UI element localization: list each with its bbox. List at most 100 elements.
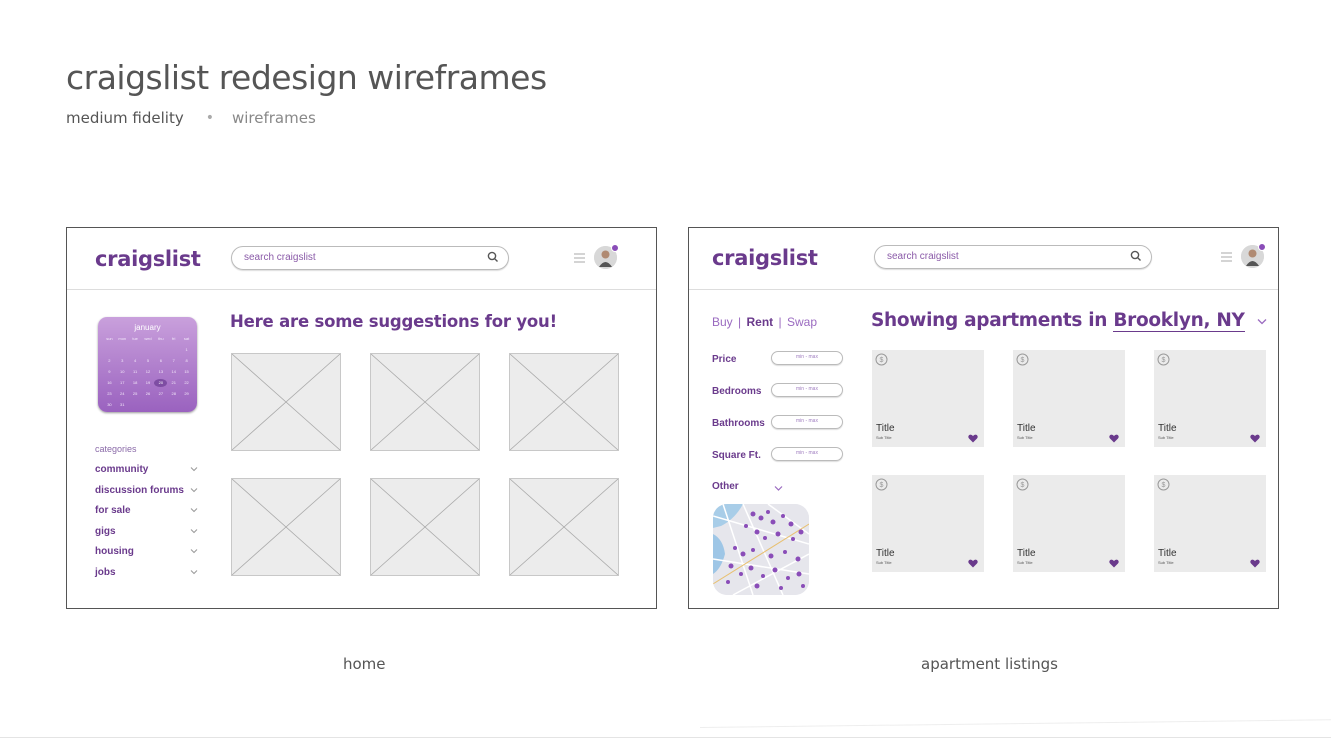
listing-card[interactable]: $ Title Sub Title <box>1013 475 1125 572</box>
calendar-day[interactable]: 17 <box>116 379 129 387</box>
search-placeholder: search craigslist <box>244 252 316 263</box>
filter-range-input[interactable]: min - max <box>771 383 843 397</box>
calendar-day[interactable]: 19 <box>142 379 155 387</box>
calendar-day[interactable]: 28 <box>167 390 180 398</box>
calendar-day[interactable]: 31 <box>116 401 129 409</box>
hamburger-menu-icon[interactable] <box>1221 252 1232 262</box>
calendar-day[interactable]: 11 <box>129 368 142 376</box>
suggestion-image-placeholder[interactable] <box>509 353 619 451</box>
calendar-day[interactable]: 15 <box>180 368 193 376</box>
chevron-down-icon[interactable] <box>190 568 198 576</box>
heart-icon[interactable] <box>1250 559 1260 568</box>
calendar-day[interactable]: 5 <box>142 357 155 365</box>
heart-icon[interactable] <box>1250 434 1260 443</box>
search-icon[interactable] <box>487 251 499 263</box>
calendar-day[interactable]: 24 <box>116 390 129 398</box>
calendar-day[interactable]: 25 <box>129 390 142 398</box>
calendar-day[interactable]: 3 <box>116 357 129 365</box>
heart-icon[interactable] <box>968 434 978 443</box>
location-selector[interactable]: Brooklyn, NY <box>1113 310 1245 332</box>
calendar-day[interactable] <box>154 346 167 354</box>
calendar-day[interactable] <box>116 346 129 354</box>
calendar-day[interactable]: 7 <box>167 357 180 365</box>
calendar-day[interactable]: 18 <box>129 379 142 387</box>
tab-buy[interactable]: Buy <box>712 315 733 329</box>
chevron-down-icon[interactable] <box>190 506 198 514</box>
suggestion-image-placeholder[interactable] <box>370 478 480 576</box>
hamburger-menu-icon[interactable] <box>574 253 585 263</box>
listing-card[interactable]: $ Title Sub Title <box>872 475 984 572</box>
filter-other-label[interactable]: Other <box>712 481 739 492</box>
calendar-day[interactable]: 14 <box>167 368 180 376</box>
price-tag-icon: $ <box>1157 353 1170 366</box>
calendar-widget[interactable]: january sun mon tue wed thu fri sat 1 2 3 4 5 6 7 8 9 10… <box>98 317 197 412</box>
calendar-day[interactable]: 12 <box>142 368 155 376</box>
listing-card[interactable]: $ Title Sub Title <box>1154 350 1266 447</box>
chevron-down-icon[interactable] <box>190 547 198 555</box>
calendar-day[interactable]: 30 <box>103 401 116 409</box>
category-item[interactable]: jobs <box>95 567 198 578</box>
calendar-day[interactable]: 16 <box>103 379 116 387</box>
calendar-day[interactable] <box>129 346 142 354</box>
avatar[interactable] <box>1241 243 1266 268</box>
calendar-day[interactable]: 4 <box>129 357 142 365</box>
listing-subtitle: Sub Title <box>876 435 892 440</box>
calendar-day[interactable]: 13 <box>154 368 167 376</box>
listing-card[interactable]: $ Title Sub Title <box>1154 475 1266 572</box>
tab-rent[interactable]: Rent <box>747 315 774 329</box>
calendar-day[interactable]: 2 <box>103 357 116 365</box>
chevron-down-icon[interactable] <box>1257 318 1267 325</box>
suggestion-image-placeholder[interactable] <box>231 353 341 451</box>
listing-card[interactable]: $ Title Sub Title <box>872 350 984 447</box>
category-item[interactable]: community <box>95 464 198 475</box>
category-item[interactable]: housing <box>95 546 198 557</box>
heart-icon[interactable] <box>1109 559 1119 568</box>
search-input[interactable]: search craigslist <box>874 245 1152 269</box>
heart-icon[interactable] <box>1109 434 1119 443</box>
calendar-day[interactable]: 10 <box>116 368 129 376</box>
calendar-day[interactable] <box>167 401 180 409</box>
tab-swap[interactable]: Swap <box>787 315 817 329</box>
heart-icon[interactable] <box>968 559 978 568</box>
svg-text:$: $ <box>1162 357 1166 364</box>
avatar[interactable] <box>594 244 619 269</box>
calendar-day[interactable] <box>103 346 116 354</box>
search-input[interactable]: search craigslist <box>231 246 509 270</box>
suggestion-image-placeholder[interactable] <box>231 478 341 576</box>
filter-range-input[interactable]: min - max <box>771 447 843 461</box>
svg-text:$: $ <box>880 482 884 489</box>
calendar-day[interactable]: 8 <box>180 357 193 365</box>
map-thumbnail[interactable] <box>713 504 809 595</box>
listing-card[interactable]: $ Title Sub Title <box>1013 350 1125 447</box>
calendar-day[interactable]: 1 <box>180 346 193 354</box>
category-item[interactable]: gigs <box>95 526 198 537</box>
category-item[interactable]: discussion forums <box>95 485 198 496</box>
logo[interactable]: craigslist <box>95 247 201 271</box>
suggestion-image-placeholder[interactable] <box>509 478 619 576</box>
filter-range-input[interactable]: min - max <box>771 415 843 429</box>
calendar-day[interactable]: 22 <box>180 379 193 387</box>
logo[interactable]: craigslist <box>712 246 818 270</box>
filter-range-input[interactable]: min - max <box>771 351 843 365</box>
calendar-day[interactable] <box>167 346 180 354</box>
chevron-down-icon[interactable] <box>774 485 783 492</box>
chevron-down-icon[interactable] <box>190 527 198 535</box>
suggestion-image-placeholder[interactable] <box>370 353 480 451</box>
calendar-day[interactable] <box>154 401 167 409</box>
calendar-day[interactable] <box>129 401 142 409</box>
category-item[interactable]: for sale <box>95 505 198 516</box>
calendar-day[interactable]: 26 <box>142 390 155 398</box>
calendar-day[interactable]: 29 <box>180 390 193 398</box>
chevron-down-icon[interactable] <box>190 486 198 494</box>
chevron-down-icon[interactable] <box>190 465 198 473</box>
search-icon[interactable] <box>1130 250 1142 262</box>
calendar-day[interactable]: 20 <box>154 379 168 387</box>
calendar-day[interactable] <box>180 401 193 409</box>
calendar-day[interactable] <box>142 401 155 409</box>
calendar-day[interactable]: 9 <box>103 368 116 376</box>
calendar-day[interactable]: 23 <box>103 390 116 398</box>
calendar-day[interactable]: 27 <box>154 390 167 398</box>
calendar-day[interactable]: 21 <box>167 379 180 387</box>
calendar-day[interactable] <box>142 346 155 354</box>
calendar-day[interactable]: 6 <box>154 357 167 365</box>
